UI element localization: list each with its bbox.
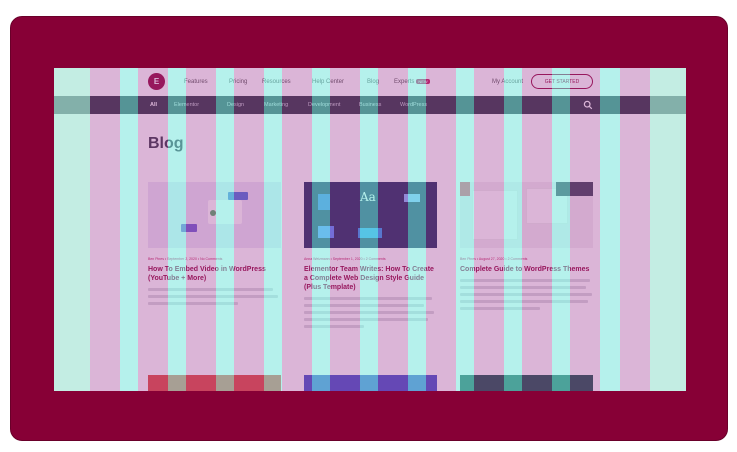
grid-gutter <box>90 68 120 391</box>
post-meta: Anna Weizmann • September 1, 2020 • 2 Co… <box>304 257 386 261</box>
category-business[interactable]: Business <box>359 102 381 108</box>
category-development[interactable]: Development <box>308 102 340 108</box>
post-thumbnail[interactable] <box>460 375 593 391</box>
top-navigation: E Features Pricing Resources Help Center… <box>54 68 686 96</box>
post-thumbnail[interactable] <box>304 375 437 391</box>
nav-experts-label: Experts <box>394 79 415 85</box>
post-meta: Ben Pines • August 27, 2020 • 2 Comments <box>460 257 528 261</box>
elementor-blog-page: E Features Pricing Resources Help Center… <box>54 68 686 391</box>
post-thumbnail[interactable]: Aa <box>304 182 437 248</box>
grid-margin-column <box>54 68 90 391</box>
post-title[interactable]: How To Embed Video in WordPress (YouTube… <box>148 265 281 283</box>
page-title: Blog <box>148 135 184 152</box>
post-excerpt <box>460 279 593 310</box>
post-thumbnail[interactable] <box>148 375 281 391</box>
nav-help-center[interactable]: Help Center <box>312 79 344 85</box>
search-icon[interactable] <box>583 100 593 110</box>
category-wordpress[interactable]: WordPress <box>400 102 427 108</box>
category-elementor[interactable]: Elementor <box>174 102 199 108</box>
nav-pricing[interactable]: Pricing <box>229 79 247 85</box>
screenshot-frame: E Features Pricing Resources Help Center… <box>10 16 728 441</box>
grid-margin-column <box>650 68 686 391</box>
post-card[interactable]: Ben Pines • August 27, 2020 • 2 Comments… <box>460 182 593 310</box>
post-excerpt <box>304 297 437 328</box>
nav-features[interactable]: Features <box>184 79 208 85</box>
category-bar: All Elementor Design Marketing Developme… <box>54 96 686 114</box>
post-thumbnail[interactable] <box>460 182 593 248</box>
grid-column <box>120 68 138 391</box>
grid-column <box>600 68 620 391</box>
get-started-button[interactable]: GET STARTED <box>531 74 593 89</box>
my-account-link[interactable]: My Account <box>492 79 523 85</box>
post-meta: Ben Pines • September 2, 2020 • No Comme… <box>148 257 223 261</box>
nav-resources[interactable]: Resources <box>262 79 291 85</box>
post-card[interactable]: Aa Anna Weizmann • September 1, 2020 • 2… <box>304 182 437 328</box>
new-badge: NEW <box>416 79 430 84</box>
post-excerpt <box>148 288 281 305</box>
grid-gutter <box>620 68 650 391</box>
post-card[interactable]: Ben Pines • September 2, 2020 • No Comme… <box>148 182 281 305</box>
post-title[interactable]: Elementor Team Writes: How To Create a C… <box>304 265 437 292</box>
elementor-logo[interactable]: E <box>148 73 165 90</box>
nav-blog[interactable]: Blog <box>367 79 379 85</box>
category-marketing[interactable]: Marketing <box>264 102 288 108</box>
post-title[interactable]: Complete Guide to WordPress Themes <box>460 265 593 274</box>
category-all[interactable]: All <box>150 102 157 108</box>
nav-experts[interactable]: Experts NEW <box>394 79 430 85</box>
post-thumbnail[interactable] <box>148 182 281 248</box>
category-design[interactable]: Design <box>227 102 244 108</box>
